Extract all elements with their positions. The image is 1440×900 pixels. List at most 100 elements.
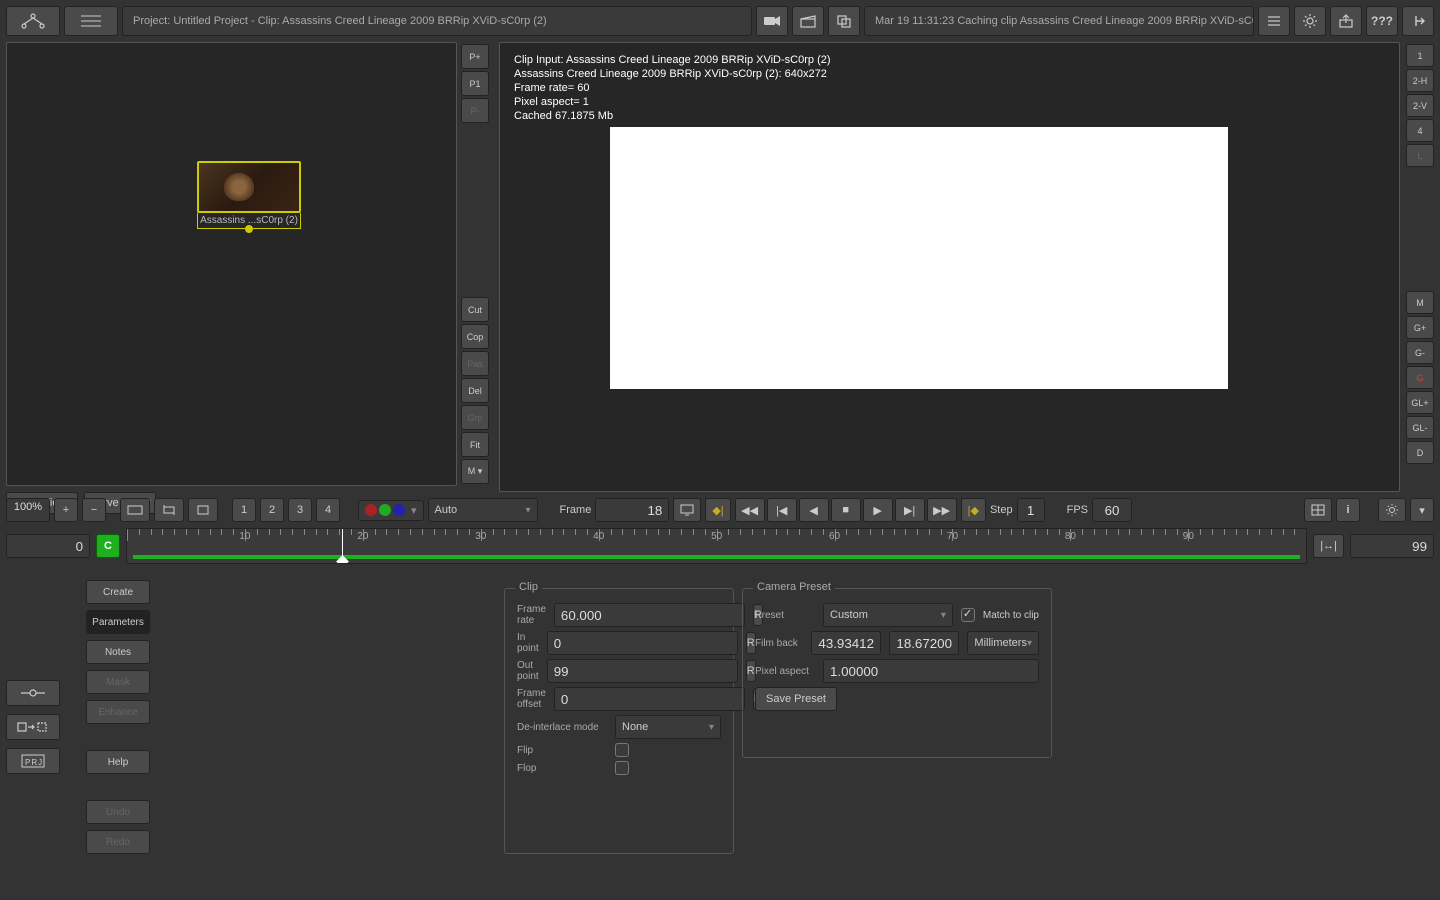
- project-icon-button[interactable]: PRJ: [6, 748, 60, 774]
- delete-button[interactable]: Del: [461, 378, 489, 403]
- fps-input[interactable]: [1092, 498, 1132, 522]
- priority-plus-button[interactable]: P+: [461, 44, 489, 69]
- prev-frame-button[interactable]: |◀: [767, 498, 797, 522]
- camera-preset-fieldset: Camera Preset Preset Custom Match to cli…: [742, 588, 1052, 758]
- layout-l-button[interactable]: L: [1406, 144, 1434, 167]
- paste-button[interactable]: Pas: [461, 351, 489, 376]
- key-next-icon[interactable]: |◆: [961, 498, 986, 522]
- ffwd-button[interactable]: ▶▶: [927, 498, 957, 522]
- help-button[interactable]: ???: [1366, 6, 1398, 36]
- filmback-h-input[interactable]: [889, 631, 959, 655]
- rewind-button[interactable]: ◀◀: [735, 498, 765, 522]
- m-dropdown-button[interactable]: M ▾: [461, 459, 489, 484]
- zoom-out-button[interactable]: −: [82, 498, 106, 522]
- gamma-minus-button[interactable]: G-: [1406, 341, 1434, 364]
- notes-tab[interactable]: Notes: [86, 640, 150, 664]
- dropdown-icon-button[interactable]: ▾: [1410, 498, 1434, 522]
- in-point-input[interactable]: [547, 631, 738, 655]
- layout-2h-button[interactable]: 2-H: [1406, 69, 1434, 92]
- copy-button[interactable]: Cop: [461, 324, 489, 349]
- node-graph-icon-button[interactable]: [6, 6, 60, 36]
- help-tab[interactable]: Help: [86, 750, 150, 774]
- render-icon-button[interactable]: [6, 714, 60, 740]
- frame-offset-input[interactable]: [554, 687, 745, 711]
- gain-plus-button[interactable]: GL+: [1406, 391, 1434, 414]
- camera-legend: Camera Preset: [753, 581, 835, 593]
- redo-button[interactable]: Redo: [86, 830, 150, 854]
- out-frame-input[interactable]: [1350, 534, 1434, 558]
- enhance-tab[interactable]: Enhance: [86, 700, 150, 724]
- channel-selector[interactable]: ▾: [358, 500, 424, 521]
- step-back-button[interactable]: ◀: [799, 498, 829, 522]
- viewer-canvas[interactable]: Clip Input: Assassins Creed Lineage 2009…: [499, 42, 1400, 492]
- priority-1-button[interactable]: P1: [461, 71, 489, 96]
- project-title-bar[interactable]: Project: Untitled Project - Clip: Assass…: [122, 6, 752, 36]
- view-4-button[interactable]: 4: [316, 498, 340, 522]
- cut-button[interactable]: Cut: [461, 297, 489, 322]
- node-output-port[interactable]: [245, 225, 253, 233]
- fit-range-icon-button[interactable]: |↔|: [1313, 534, 1344, 558]
- priority-minus-button[interactable]: P-: [461, 98, 489, 123]
- clip-node[interactable]: Assassins ...sC0rp (2): [197, 161, 301, 233]
- view-2-button[interactable]: 2: [260, 498, 284, 522]
- settings-icon-button[interactable]: [1294, 6, 1326, 36]
- clapper-icon-button[interactable]: [792, 6, 824, 36]
- gain-minus-button[interactable]: GL-: [1406, 416, 1434, 439]
- playhead[interactable]: [342, 529, 343, 563]
- mask-m-button[interactable]: M: [1406, 291, 1434, 314]
- play-button[interactable]: ▶: [863, 498, 893, 522]
- in-frame-input[interactable]: [6, 534, 90, 558]
- export-icon-button[interactable]: [1330, 6, 1362, 36]
- default-button[interactable]: D: [1406, 441, 1434, 464]
- panel-list-icon-button[interactable]: [1258, 6, 1290, 36]
- fit-button[interactable]: Fit: [461, 432, 489, 457]
- parameters-tab[interactable]: Parameters: [86, 610, 150, 634]
- mask-tab[interactable]: Mask: [86, 670, 150, 694]
- undo-button[interactable]: Undo: [86, 800, 150, 824]
- crop-icon[interactable]: [154, 498, 184, 522]
- camera-icon-button[interactable]: [756, 6, 788, 36]
- cache-toggle[interactable]: C: [96, 534, 120, 558]
- pixel-aspect-input[interactable]: [823, 659, 1039, 683]
- key-prev-icon[interactable]: ◆|: [705, 498, 730, 522]
- out-point-input[interactable]: [547, 659, 738, 683]
- adjust-icon-button[interactable]: [6, 680, 60, 706]
- step-fwd-button[interactable]: ▶|: [895, 498, 925, 522]
- info-icon-button[interactable]: i: [1336, 498, 1360, 522]
- group-button[interactable]: Grp: [461, 405, 489, 430]
- node-thumbnail[interactable]: [197, 161, 301, 213]
- view-3-button[interactable]: 3: [288, 498, 312, 522]
- match-to-clip-checkbox[interactable]: [961, 608, 975, 622]
- grid-icon-button[interactable]: [1304, 498, 1332, 522]
- list-view-icon-button[interactable]: [64, 6, 118, 36]
- frame-input[interactable]: [595, 498, 669, 522]
- copy-icon-button[interactable]: [828, 6, 860, 36]
- zoom-field[interactable]: 100%: [6, 498, 50, 522]
- layout-1-button[interactable]: 1: [1406, 44, 1434, 67]
- step-input[interactable]: [1017, 498, 1045, 522]
- create-tab[interactable]: Create: [86, 580, 150, 604]
- view-1-button[interactable]: 1: [232, 498, 256, 522]
- stop-button[interactable]: ■: [831, 498, 861, 522]
- layout-2v-button[interactable]: 2-V: [1406, 94, 1434, 117]
- frame-rate-input[interactable]: [554, 603, 745, 627]
- node-graph-canvas[interactable]: Assassins ...sC0rp (2): [6, 42, 457, 486]
- gear-icon-button[interactable]: [1378, 498, 1406, 522]
- monitor-icon-button[interactable]: [673, 498, 701, 522]
- layout-4-button[interactable]: 4: [1406, 119, 1434, 142]
- gamma-reset-button[interactable]: G: [1406, 366, 1434, 389]
- quit-icon-button[interactable]: [1402, 6, 1434, 36]
- auto-select[interactable]: Auto: [428, 498, 538, 522]
- fullframe-icon[interactable]: [188, 498, 218, 522]
- flop-checkbox[interactable]: [615, 761, 629, 775]
- save-preset-button[interactable]: Save Preset: [755, 687, 837, 711]
- gamma-plus-button[interactable]: G+: [1406, 316, 1434, 339]
- units-select[interactable]: Millimeters: [967, 631, 1039, 655]
- deinterlace-select[interactable]: None: [615, 715, 721, 739]
- timeline-ruler[interactable]: 102030405060708090: [126, 528, 1307, 564]
- fit-width-icon[interactable]: [120, 498, 150, 522]
- filmback-w-input[interactable]: [811, 631, 881, 655]
- flip-checkbox[interactable]: [615, 743, 629, 757]
- zoom-in-button[interactable]: +: [54, 498, 78, 522]
- preset-select[interactable]: Custom: [823, 603, 953, 627]
